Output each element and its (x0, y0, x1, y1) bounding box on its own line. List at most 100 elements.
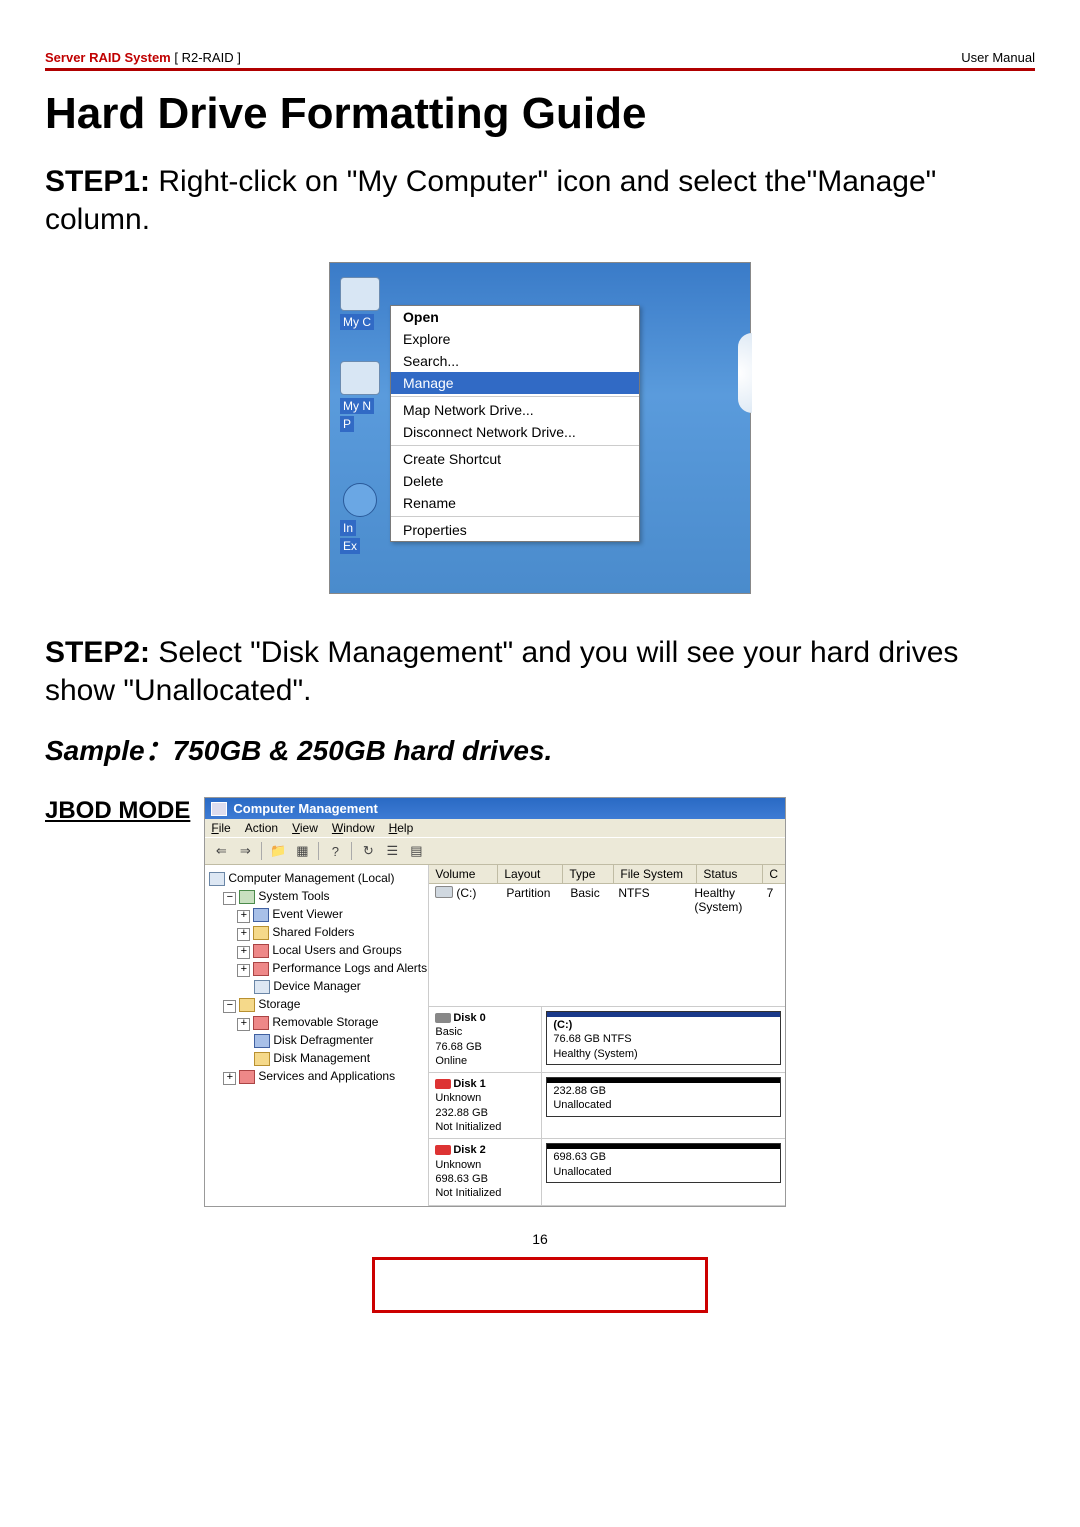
toolbar-props-icon[interactable]: ☰ (382, 841, 402, 861)
col-status[interactable]: Status (697, 865, 763, 883)
my-computer-desktop-icon[interactable]: My C (340, 277, 380, 331)
vol-status: Healthy (System) (694, 886, 766, 914)
expand-icon[interactable]: + (237, 964, 250, 977)
tree-storage[interactable]: −Storage (209, 995, 424, 1013)
disk1-info[interactable]: Disk 1 Unknown 232.88 GB Not Initialized (429, 1073, 542, 1138)
ctx-create-shortcut[interactable]: Create Shortcut (391, 448, 639, 470)
partition-stripe (547, 1144, 780, 1149)
col-filesystem[interactable]: File System (614, 865, 697, 883)
services-icon (239, 1070, 255, 1084)
menu-file[interactable]: File (211, 821, 230, 835)
event-icon (253, 908, 269, 922)
toolbar-extra-icon[interactable]: ▤ (406, 841, 426, 861)
tree-services[interactable]: +Services and Applications (209, 1067, 424, 1085)
step2-label: STEP2: (45, 636, 150, 669)
wallpaper-cloud (738, 333, 752, 413)
menu-help[interactable]: Help (389, 821, 414, 835)
col-c[interactable]: C (763, 865, 785, 883)
diskmgmt-icon (254, 1052, 270, 1066)
network-icon (340, 361, 380, 395)
ctx-delete[interactable]: Delete (391, 470, 639, 492)
storage-icon (239, 998, 255, 1012)
expand-icon[interactable]: + (237, 928, 250, 941)
toolbar-sep (261, 842, 262, 860)
page-number: 16 (45, 1231, 1035, 1247)
toolbar-sep (318, 842, 319, 860)
vol-type: Basic (570, 886, 618, 914)
step1-text: STEP1: Right-click on "My Computer" icon… (45, 163, 1035, 238)
ctx-open[interactable]: Open (391, 306, 639, 328)
expand-icon[interactable]: + (237, 1018, 250, 1031)
volume-list-header: Volume Layout Type File System Status C (429, 865, 785, 884)
header-right: User Manual (961, 50, 1035, 65)
col-volume[interactable]: Volume (429, 865, 498, 883)
ctx-disconnect-drive[interactable]: Disconnect Network Drive... (391, 421, 639, 443)
ie-desktop-icon[interactable]: In Ex (340, 483, 380, 555)
toolbar-refresh[interactable]: ↻ (358, 841, 378, 861)
tools-icon (239, 890, 255, 904)
cm-toolbar: ⇐ ⇒ 📁 ▦ ? ↻ ☰ ▤ (205, 837, 785, 865)
ctx-explore[interactable]: Explore (391, 328, 639, 350)
ctx-rename[interactable]: Rename (391, 492, 639, 514)
header-left: Server RAID System [ R2-RAID ] (45, 50, 241, 65)
toolbar-up[interactable]: 📁 (268, 841, 288, 861)
folder-icon (253, 926, 269, 940)
menu-view[interactable]: View (292, 821, 318, 835)
toolbar-forward[interactable]: ⇒ (235, 841, 255, 861)
vol-fs: NTFS (618, 886, 694, 914)
cm-titlebar: Computer Management (205, 798, 785, 819)
step1-body: Right-click on "My Computer" icon and se… (45, 165, 936, 236)
users-icon (253, 944, 269, 958)
my-computer-label: My C (340, 314, 374, 330)
disk2-partition[interactable]: 698.63 GB Unallocated (546, 1143, 781, 1183)
desktop-icons: My C My N P In Ex (340, 277, 380, 585)
disk-row: Disk 2 Unknown 698.63 GB Not Initialized… (429, 1139, 785, 1205)
tree-system-tools[interactable]: −System Tools (209, 887, 424, 905)
tree-event-viewer[interactable]: +Event Viewer (209, 905, 424, 923)
disk0-partition[interactable]: (C:) 76.68 GB NTFS Healthy (System) (546, 1011, 781, 1065)
cm-title-text: Computer Management (233, 801, 377, 816)
ctx-search[interactable]: Search... (391, 350, 639, 372)
device-icon (254, 980, 270, 994)
collapse-icon[interactable]: − (223, 1000, 236, 1013)
page-title: Hard Drive Formatting Guide (45, 89, 1035, 139)
tree-local-users[interactable]: +Local Users and Groups (209, 941, 424, 959)
computer-icon (340, 277, 380, 311)
my-network-desktop-icon[interactable]: My N P (340, 361, 380, 433)
tree-device-manager[interactable]: Device Manager (209, 977, 424, 995)
collapse-icon[interactable]: − (223, 892, 236, 905)
cm-menubar: File Action View Window Help (205, 819, 785, 837)
jbod-heading: JBOD MODE (45, 797, 190, 825)
disk-icon (435, 1013, 451, 1023)
disk1-partition[interactable]: 232.88 GB Unallocated (546, 1077, 781, 1117)
cm-tree: Computer Management (Local) −System Tool… (205, 865, 429, 1206)
menu-action[interactable]: Action (245, 821, 278, 835)
tree-perf-logs[interactable]: +Performance Logs and Alerts (209, 959, 424, 977)
ctx-manage[interactable]: Manage (391, 372, 639, 394)
ctx-properties[interactable]: Properties (391, 519, 639, 541)
drive-icon (435, 886, 453, 898)
tree-removable-storage[interactable]: +Removable Storage (209, 1013, 424, 1031)
ctx-map-drive[interactable]: Map Network Drive... (391, 399, 639, 421)
expand-icon[interactable]: + (237, 946, 250, 959)
volume-row[interactable]: (C:) Partition Basic NTFS Healthy (Syste… (429, 884, 785, 916)
screenshot-context-menu: My C My N P In Ex Open Explore Search...… (329, 262, 751, 594)
tree-root[interactable]: Computer Management (Local) (209, 869, 424, 887)
expand-icon[interactable]: + (237, 910, 250, 923)
toolbar-sep (351, 842, 352, 860)
disk2-info[interactable]: Disk 2 Unknown 698.63 GB Not Initialized (429, 1139, 542, 1204)
tree-disk-management[interactable]: Disk Management (209, 1049, 424, 1067)
menu-window[interactable]: Window (332, 821, 375, 835)
my-network-label-l2: P (340, 416, 354, 432)
tree-shared-folders[interactable]: +Shared Folders (209, 923, 424, 941)
toolbar-view[interactable]: ▦ (292, 841, 312, 861)
col-type[interactable]: Type (563, 865, 614, 883)
toolbar-back[interactable]: ⇐ (211, 841, 231, 861)
expand-icon[interactable]: + (223, 1072, 236, 1085)
toolbar-help[interactable]: ? (325, 841, 345, 861)
step2-body: Select "Disk Management" and you will se… (45, 636, 958, 707)
col-layout[interactable]: Layout (498, 865, 563, 883)
disk0-info[interactable]: Disk 0 Basic 76.68 GB Online (429, 1007, 542, 1072)
partition-stripe (547, 1012, 780, 1017)
tree-disk-defrag[interactable]: Disk Defragmenter (209, 1031, 424, 1049)
